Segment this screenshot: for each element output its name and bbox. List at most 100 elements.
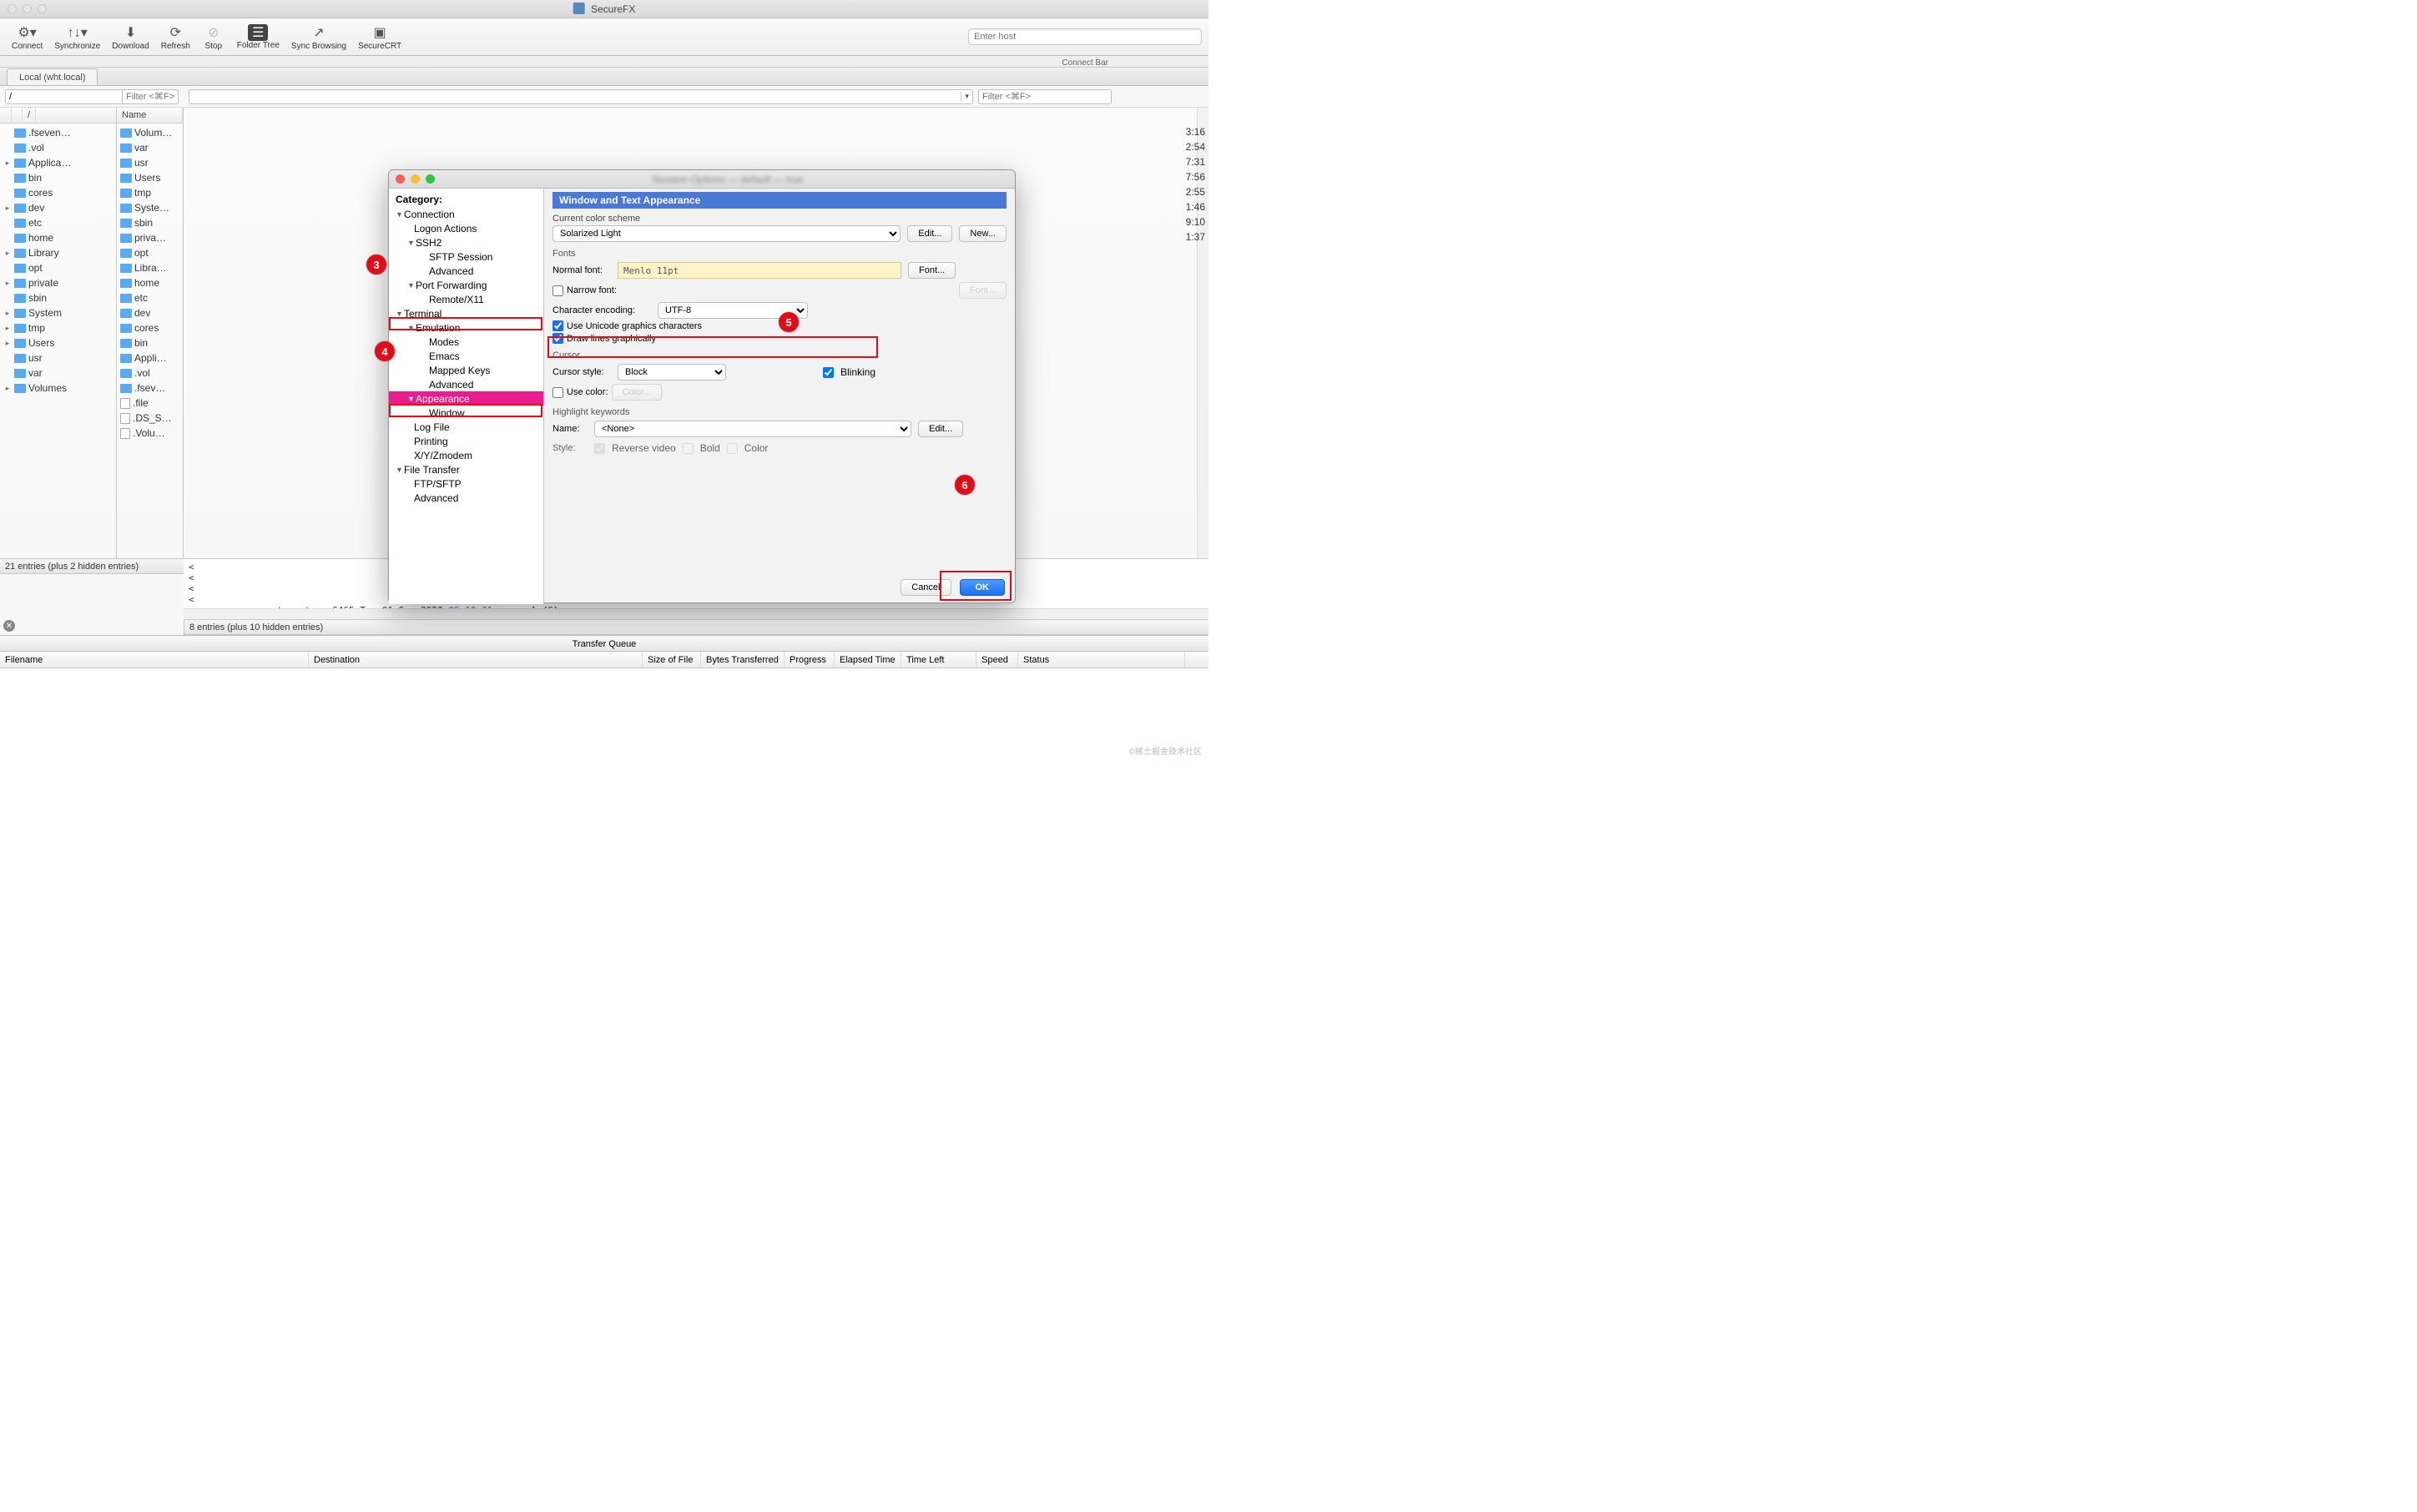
close-icon[interactable]: [8, 4, 17, 13]
tq-col[interactable]: Filename: [0, 652, 309, 668]
tree-item[interactable]: sbin: [0, 290, 116, 305]
hl-edit-button[interactable]: Edit...: [918, 421, 963, 437]
list-item[interactable]: tmp: [117, 185, 183, 200]
list-item[interactable]: usr: [117, 155, 183, 170]
left-path-input[interactable]: [6, 90, 131, 103]
cat-appearance[interactable]: Appearance: [416, 393, 470, 405]
blinking-checkbox[interactable]: [823, 367, 834, 378]
list-item[interactable]: sbin: [117, 215, 183, 230]
tree-item[interactable]: opt: [0, 260, 116, 275]
folder-tree-button[interactable]: ☰Folder Tree: [232, 23, 285, 52]
list-item[interactable]: Users: [117, 170, 183, 185]
tq-col[interactable]: Bytes Transferred: [701, 652, 785, 668]
list-item[interactable]: dev: [117, 305, 183, 320]
cat-advanced2[interactable]: Advanced: [429, 379, 473, 391]
cat-advanced1[interactable]: Advanced: [429, 265, 473, 277]
tree-item[interactable]: cores: [0, 185, 116, 200]
list-item[interactable]: Appli…: [117, 350, 183, 365]
cat-sftp[interactable]: SFTP Session: [429, 251, 492, 263]
tree-item[interactable]: home: [0, 230, 116, 245]
list-item[interactable]: home: [117, 275, 183, 290]
tree-item[interactable]: ▸dev: [0, 200, 116, 215]
right-path-input[interactable]: [189, 90, 961, 103]
tree-item[interactable]: ▸tmp: [0, 320, 116, 335]
cat-logfile[interactable]: Log File: [414, 421, 450, 433]
list-item[interactable]: etc: [117, 290, 183, 305]
tree-item[interactable]: ▸Library: [0, 245, 116, 260]
color-scheme-select[interactable]: Solarized Light: [553, 225, 901, 242]
tq-col[interactable]: Speed: [976, 652, 1018, 668]
close-queue-icon[interactable]: ✕: [3, 620, 15, 632]
tree-item[interactable]: etc: [0, 215, 116, 230]
list-item[interactable]: cores: [117, 320, 183, 335]
tq-col[interactable]: Destination: [309, 652, 643, 668]
download-button[interactable]: ⬇Download: [107, 22, 154, 53]
sync-browsing-button[interactable]: ↗Sync Browsing: [286, 22, 351, 53]
securecrt-button[interactable]: ▣SecureCRT: [353, 22, 406, 53]
refresh-button[interactable]: ⟳Refresh: [156, 22, 195, 53]
close-icon[interactable]: [396, 174, 405, 184]
list-item[interactable]: .fsev…: [117, 381, 183, 396]
list-item[interactable]: priva…: [117, 230, 183, 245]
cat-emacs[interactable]: Emacs: [429, 350, 460, 362]
connect-button[interactable]: ⚙︎▾Connect: [7, 22, 48, 53]
cat-connection[interactable]: Connection: [404, 209, 455, 220]
tq-col[interactable]: Progress: [785, 652, 835, 668]
cat-xyz[interactable]: X/Y/Zmodem: [414, 450, 472, 461]
cat-remotex11[interactable]: Remote/X11: [429, 294, 484, 305]
minimize-icon[interactable]: [23, 4, 32, 13]
cat-mapped[interactable]: Mapped Keys: [429, 365, 490, 376]
tree-item[interactable]: usr: [0, 350, 116, 365]
list-item[interactable]: bin: [117, 335, 183, 350]
right-path-combo[interactable]: ▾: [189, 89, 973, 104]
list-item[interactable]: Volum…: [117, 125, 183, 140]
cat-portfwd[interactable]: Port Forwarding: [416, 280, 487, 291]
list-item[interactable]: .vol: [117, 365, 183, 381]
tree-item[interactable]: ▸System: [0, 305, 116, 320]
cat-emulation[interactable]: Emulation: [416, 322, 460, 334]
category-tree[interactable]: ▼Connection Logon Actions ▼SSH2 SFTP Ses…: [389, 207, 543, 505]
minimize-icon[interactable]: [411, 174, 420, 184]
right-filter-input[interactable]: [978, 89, 1112, 104]
cat-advanced3[interactable]: Advanced: [414, 492, 458, 504]
tree-item[interactable]: .fseven…: [0, 125, 116, 140]
unicode-graphics-checkbox[interactable]: [553, 320, 563, 331]
maximize-icon[interactable]: [426, 174, 435, 184]
list-item[interactable]: var: [117, 140, 183, 155]
list-item[interactable]: Libra…: [117, 260, 183, 275]
cat-printing[interactable]: Printing: [414, 436, 448, 447]
list-item[interactable]: .file: [117, 396, 183, 411]
col-name[interactable]: Name: [117, 108, 183, 123]
cat-modes[interactable]: Modes: [429, 336, 459, 348]
tq-col[interactable]: Status: [1018, 652, 1185, 668]
edit-scheme-button[interactable]: Edit...: [907, 225, 952, 242]
tq-col[interactable]: Time Left: [901, 652, 976, 668]
cat-ssh2[interactable]: SSH2: [416, 237, 442, 249]
tree-item[interactable]: ▸Volumes: [0, 381, 116, 396]
tree-item[interactable]: ▸private: [0, 275, 116, 290]
tree-item[interactable]: .vol: [0, 140, 116, 155]
synchronize-button[interactable]: ↑↓▾Synchronize: [49, 22, 105, 53]
tab-local[interactable]: Local (wht.local): [7, 68, 98, 85]
hl-name-select[interactable]: <None>: [594, 421, 911, 437]
tree-item[interactable]: ▸Users: [0, 335, 116, 350]
tree-item[interactable]: ▸Applica…: [0, 155, 116, 170]
new-scheme-button[interactable]: New...: [959, 225, 1007, 242]
cat-filetransfer[interactable]: File Transfer: [404, 464, 460, 476]
host-input[interactable]: [968, 28, 1202, 45]
left-filter-input[interactable]: [122, 89, 179, 104]
chevron-down-icon[interactable]: ▾: [961, 92, 972, 101]
list-item[interactable]: Syste…: [117, 200, 183, 215]
tq-col[interactable]: Elapsed Time: [835, 652, 901, 668]
maximize-icon[interactable]: [38, 4, 47, 13]
cat-ftpsftp[interactable]: FTP/SFTP: [414, 478, 462, 490]
tree-item[interactable]: bin: [0, 170, 116, 185]
tree-item[interactable]: var: [0, 365, 116, 381]
narrow-font-checkbox[interactable]: [553, 285, 563, 296]
cat-logon[interactable]: Logon Actions: [414, 223, 477, 234]
list-item[interactable]: .Volu…: [117, 426, 183, 441]
h-scrollbar[interactable]: [184, 608, 1208, 619]
cursor-style-select[interactable]: Block: [618, 364, 726, 381]
list-item[interactable]: .DS_S…: [117, 411, 183, 426]
normal-font-button[interactable]: Font...: [908, 262, 956, 279]
